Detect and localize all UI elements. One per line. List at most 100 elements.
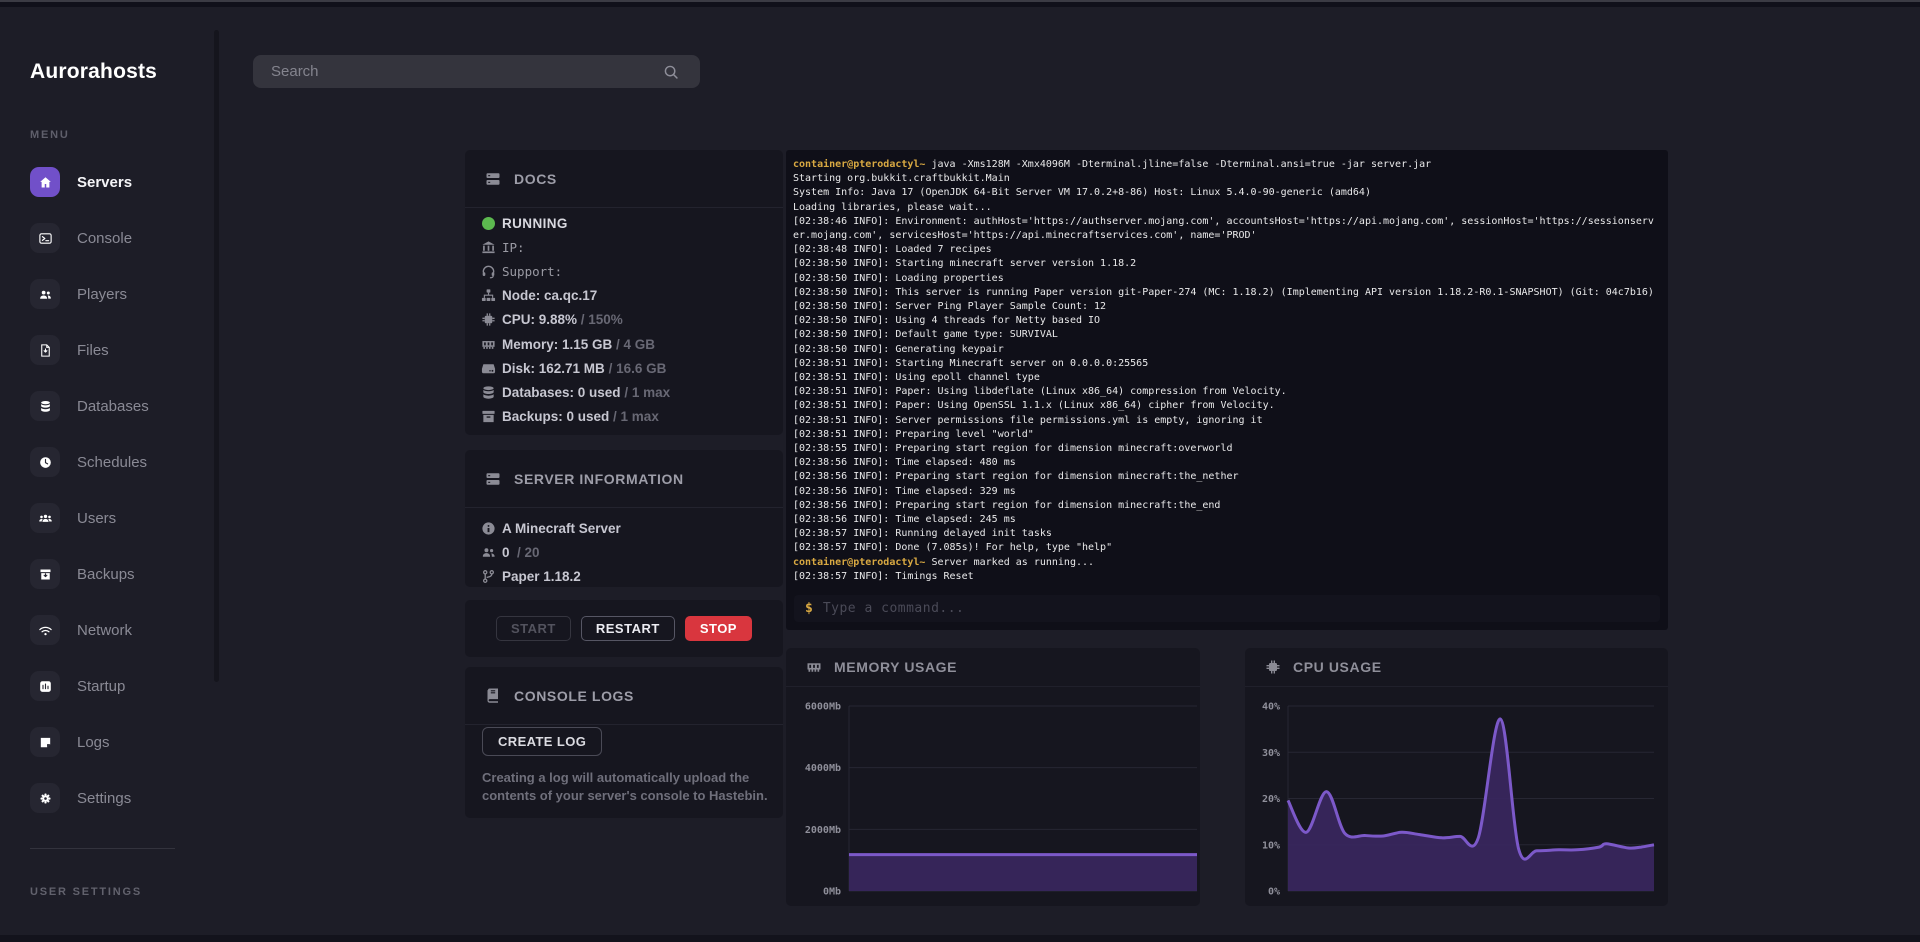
stop-button[interactable]: STOP [685, 616, 752, 641]
sidebar: Aurorahosts MENU ServersConsolePlayersFi… [0, 7, 217, 935]
sidebar-item-label: Schedules [77, 454, 147, 471]
sidebar-item-label: Databases [77, 398, 149, 415]
sidebar-item-players[interactable]: Players [30, 279, 149, 309]
sidebar-item-schedules[interactable]: Schedules [30, 447, 149, 477]
console-line: [02:38:56 INFO]: Time elapsed: 245 ms [793, 513, 1661, 527]
stat-row: Backups: 0 used / 1 max [465, 405, 783, 429]
console-line: [02:38:50 INFO]: This server is running … [793, 286, 1661, 300]
console-line: [02:38:50 INFO]: Generating keypair [793, 343, 1661, 357]
stat-row: CPU: 9.88% / 150% [465, 308, 783, 332]
console-line: [02:38:51 INFO]: Paper: Using libdeflate… [793, 385, 1661, 399]
stat-limit: / 16.6 GB [605, 361, 667, 376]
stat-value: A Minecraft Server [502, 521, 621, 536]
console-line: [02:38:57 INFO]: Done (7.085s)! For help… [793, 541, 1661, 555]
console-line: [02:38:50 INFO]: Starting minecraft serv… [793, 257, 1661, 271]
server-information-panel: SERVER INFORMATION A Minecraft Server 0 /… [465, 450, 783, 587]
sidebar-item-files[interactable]: Files [30, 335, 149, 365]
console-terminal: container@pterodactyl~ java -Xms128M -Xm… [786, 150, 1668, 630]
sidebar-item-databases[interactable]: Databases [30, 391, 149, 421]
sidebar-item-servers[interactable]: Servers [30, 167, 149, 197]
users-icon [30, 279, 60, 309]
console-line: System Info: Java 17 (OpenJDK 64-Bit Ser… [793, 186, 1661, 200]
home-icon [30, 167, 60, 197]
console-line: [02:38:50 INFO]: Using 4 threads for Net… [793, 314, 1661, 328]
console-line: container@pterodactyl~ java -Xms128M -Xm… [793, 158, 1661, 172]
stat-limit: / 20 [510, 545, 540, 560]
console-line: [02:38:51 INFO]: Using epoll channel typ… [793, 371, 1661, 385]
sidebar-item-label: Startup [77, 678, 125, 695]
database-icon [480, 384, 496, 400]
console-line: [02:38:51 INFO]: Server permissions file… [793, 414, 1661, 428]
power-controls-panel: START RESTART STOP [465, 600, 783, 657]
stat-value: CPU: 9.88% [502, 312, 577, 327]
console-prompt-prefix: container@pterodactyl~ [793, 557, 925, 568]
restart-button[interactable]: RESTART [581, 616, 675, 641]
console-line: Loading libraries, please wait... [793, 201, 1661, 215]
y-tick-label: 40% [1262, 702, 1280, 713]
console-line: [02:38:46 INFO]: Environment: authHost='… [793, 215, 1661, 229]
console-line: [02:38:56 INFO]: Time elapsed: 480 ms [793, 456, 1661, 470]
stat-row: Memory: 1.15 GB / 4 GB [465, 332, 783, 356]
cpu-usage-panel: 40%30%20%10%0% CPU USAGE [1245, 648, 1668, 906]
sidebar-scrollbar[interactable] [214, 30, 219, 682]
search-icon [662, 63, 692, 81]
console-command-input[interactable] [823, 601, 1660, 616]
console-line: container@pterodactyl~ Server marked as … [793, 556, 1661, 570]
stat-value: Disk: 162.71 MB [502, 361, 605, 376]
console-line: [02:38:56 INFO]: Preparing start region … [793, 499, 1661, 513]
console-line: Starting org.bukkit.craftbukkit.Main [793, 172, 1661, 186]
create-log-button[interactable]: CREATE LOG [482, 727, 602, 756]
sidebar-item-label: Settings [77, 790, 131, 807]
console-line: [02:38:56 INFO]: Preparing start region … [793, 470, 1661, 484]
sidebar-item-network[interactable]: Network [30, 615, 149, 645]
stat-row: IP: [465, 235, 783, 259]
sidebar-item-console[interactable]: Console [30, 223, 149, 253]
search-input[interactable] [253, 63, 662, 80]
sidebar-item-startup[interactable]: Startup [30, 671, 149, 701]
stat-value: 0 [502, 545, 510, 560]
y-tick-label: 4000Mb [805, 763, 841, 774]
sidebar-item-users[interactable]: Users [30, 503, 149, 533]
console-prompt: $ [794, 601, 823, 616]
status-dot [482, 217, 495, 230]
stat-value: Node: ca.qc.17 [502, 288, 597, 303]
console-line: [02:38:56 INFO]: Time elapsed: 329 ms [793, 485, 1661, 499]
sidebar-item-label: Servers [77, 174, 132, 191]
sidebar-item-label: Console [77, 230, 132, 247]
stat-limit: / 4 GB [612, 337, 655, 352]
microchip-icon [480, 312, 496, 328]
memory-usage-header: MEMORY USAGE [786, 648, 1200, 687]
stat-row: Support: [465, 259, 783, 283]
y-tick-label: 10% [1262, 840, 1280, 851]
memory-icon [806, 659, 822, 675]
code-branch-icon [480, 568, 496, 584]
start-button[interactable]: START [496, 616, 571, 641]
server-status-row: RUNNING [465, 211, 783, 235]
sidebar-item-backups[interactable]: Backups [30, 559, 149, 589]
y-tick-label: 20% [1262, 794, 1280, 805]
console-prompt-prefix: container@pterodactyl~ [793, 159, 925, 170]
console-line: [02:38:50 INFO]: Default game type: SURV… [793, 328, 1661, 342]
user-settings-section-label: USER SETTINGS [30, 886, 142, 898]
console-logs-title: CONSOLE LOGS [514, 688, 634, 704]
stat-limit: / 150% [577, 312, 623, 327]
memory-icon [480, 336, 496, 352]
sidebar-item-settings[interactable]: Settings [30, 783, 149, 813]
server-information-header: SERVER INFORMATION [465, 450, 783, 508]
stat-limit: / 1 max [621, 385, 671, 400]
user-group-icon [30, 503, 60, 533]
sidebar-nav: Servers Console Players Files Databases Sched… [30, 167, 149, 839]
stat-row: Node: ca.qc.17 [465, 284, 783, 308]
console-line: [02:38:57 INFO]: Timings Reset [793, 570, 1661, 584]
console-logs-header: CONSOLE LOGS [465, 667, 783, 725]
file-icon [30, 335, 60, 365]
sidebar-item-logs[interactable]: Logs [30, 727, 149, 757]
y-tick-label: 30% [1262, 748, 1280, 759]
sidebar-divider [30, 848, 175, 849]
brand-logo[interactable]: Aurorahosts [30, 60, 157, 84]
stat-value: Databases: 0 used [502, 385, 621, 400]
stat-row: 0 / 20 [465, 540, 783, 564]
headset-icon [480, 263, 496, 279]
bar-chart-icon [30, 671, 60, 701]
stat-row: Disk: 162.71 MB / 16.6 GB [465, 356, 783, 380]
